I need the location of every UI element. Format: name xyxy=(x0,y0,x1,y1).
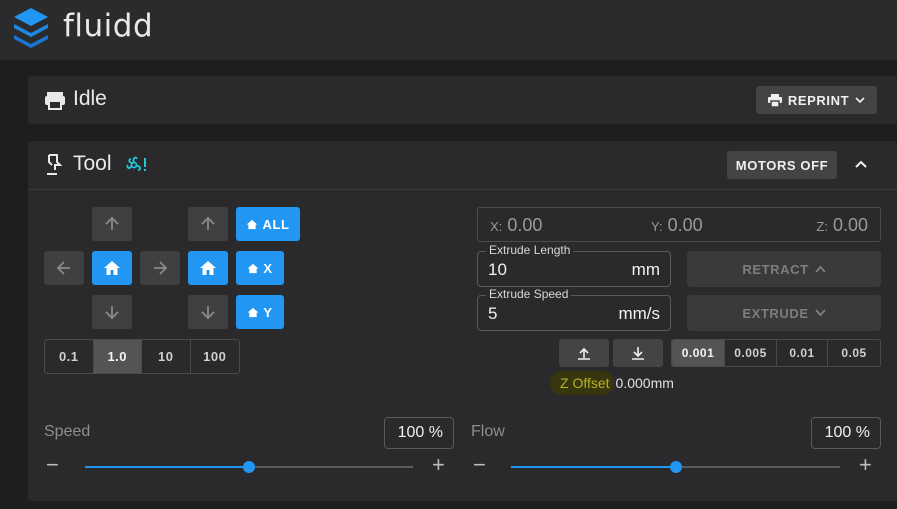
z-offset-label: Z Offset xyxy=(550,371,614,395)
jog-step-option[interactable]: 0.1 xyxy=(45,340,94,373)
jog-y-minus-button[interactable] xyxy=(92,295,132,329)
home-x-label: X xyxy=(263,260,273,276)
retract-label: RETRACT xyxy=(742,261,809,277)
home-all-label: ALL xyxy=(262,216,290,232)
chevron-up-icon xyxy=(814,265,826,273)
z-offset-down-button[interactable] xyxy=(613,339,663,367)
printer-icon xyxy=(45,92,65,110)
extrude-length-field[interactable]: Extrude Length 10 mm xyxy=(477,243,671,287)
arrow-up-icon xyxy=(105,216,119,230)
home-x-button[interactable]: X xyxy=(236,251,284,285)
reprint-label: REPRINT xyxy=(787,92,850,108)
jog-z-plus-button[interactable] xyxy=(188,207,228,241)
extrude-speed-label: Extrude Speed xyxy=(486,287,572,301)
z-step-option[interactable]: 0.05 xyxy=(828,340,880,366)
position-y-value: 0.00 xyxy=(667,215,703,235)
jog-y-plus-button[interactable] xyxy=(92,207,132,241)
jog-step-option[interactable]: 10 xyxy=(142,340,191,373)
flow-slider-thumb[interactable] xyxy=(669,461,682,473)
jog-x-minus-button[interactable] xyxy=(44,251,84,285)
app-bar: fluidd xyxy=(0,0,897,60)
position-z-value: 0.00 xyxy=(832,215,868,235)
retract-button[interactable]: RETRACT xyxy=(687,251,881,287)
home-icon xyxy=(248,307,259,317)
speed-slider-thumb[interactable] xyxy=(243,461,255,473)
position-y: Y: 0.00 xyxy=(651,215,703,236)
z-step-selector: 0.001 0.005 0.01 0.05 xyxy=(671,339,881,367)
flow-decrease-button[interactable]: − xyxy=(473,454,486,476)
arrow-left-icon xyxy=(56,261,70,275)
z-offset-up-button[interactable] xyxy=(559,339,609,367)
tool-card-header: Tool MOTORS OFF xyxy=(28,141,897,190)
speed-slider-fill xyxy=(85,466,249,468)
position-z-label: Z: xyxy=(816,219,828,234)
z-offset-value: 0.000mm xyxy=(615,375,674,391)
z-step-option[interactable]: 0.01 xyxy=(777,340,828,366)
arrow-down-icon xyxy=(201,306,215,320)
raise-icon xyxy=(578,347,590,360)
arrow-right-icon xyxy=(154,261,168,275)
position-readout: X: 0.00 Y: 0.00 Z: 0.00 xyxy=(477,207,881,242)
tool-card: Tool MOTORS OFF ALL X Y 0.1 1.0 10 100 X… xyxy=(28,141,897,501)
jog-step-option[interactable]: 100 xyxy=(191,340,240,373)
extrude-length-value: 10 xyxy=(488,260,507,279)
extrude-speed-field[interactable]: Extrude Speed 5 mm/s xyxy=(477,287,671,331)
reprint-button[interactable]: REPRINT xyxy=(756,86,877,114)
position-x: X: 0.00 xyxy=(490,215,542,236)
extrude-length-unit: mm xyxy=(631,260,660,279)
speed-label: Speed xyxy=(44,423,91,440)
arrow-up-icon xyxy=(201,216,215,230)
app-title: fluidd xyxy=(63,8,154,44)
jog-x-plus-button[interactable] xyxy=(140,251,180,285)
extrude-length-label: Extrude Length xyxy=(486,243,574,257)
chevron-down-icon xyxy=(855,97,865,104)
motors-off-label: MOTORS OFF xyxy=(735,157,829,173)
home-all-button[interactable]: ALL xyxy=(236,207,300,241)
fan-warning-icon[interactable] xyxy=(124,154,148,176)
speed-increase-button[interactable]: + xyxy=(432,454,445,476)
collapse-chevron-up-icon[interactable] xyxy=(854,159,868,169)
home-z-button[interactable] xyxy=(188,251,228,285)
status-card: Idle REPRINT xyxy=(28,76,897,124)
extrude-button[interactable]: EXTRUDE xyxy=(687,295,881,331)
z-step-option[interactable]: 0.005 xyxy=(725,340,777,366)
flow-slider-fill xyxy=(511,466,676,468)
position-x-label: X: xyxy=(490,219,503,234)
tool-title: Tool xyxy=(73,152,112,175)
jog-step-option-selected[interactable]: 1.0 xyxy=(93,340,142,373)
position-x-value: 0.00 xyxy=(507,215,543,235)
flow-value-input[interactable]: 100 % xyxy=(811,417,881,449)
home-y-label: Y xyxy=(263,304,273,320)
fluidd-logo-icon[interactable] xyxy=(12,6,50,50)
printer-icon xyxy=(767,93,782,107)
flow-increase-button[interactable]: + xyxy=(859,454,872,476)
extrude-speed-unit: mm/s xyxy=(618,304,660,323)
position-z: Z: 0.00 xyxy=(816,215,868,236)
jog-step-selector: 0.1 1.0 10 100 xyxy=(44,339,240,374)
home-icon xyxy=(104,261,120,275)
extrude-speed-value: 5 xyxy=(488,304,498,323)
home-icon xyxy=(248,263,259,273)
jog-z-minus-button[interactable] xyxy=(188,295,228,329)
home-icon xyxy=(200,261,216,275)
home-xy-button[interactable] xyxy=(92,251,132,285)
home-y-button[interactable]: Y xyxy=(236,295,284,329)
speed-value-input[interactable]: 100 % xyxy=(384,417,454,449)
position-y-label: Y: xyxy=(651,219,663,234)
flow-label: Flow xyxy=(471,423,505,440)
tool-icon xyxy=(47,154,63,175)
extrude-label: EXTRUDE xyxy=(742,305,809,321)
z-offset-readout: Z Offset 0.000mm xyxy=(550,370,674,396)
speed-decrease-button[interactable]: − xyxy=(46,454,59,476)
motors-off-button[interactable]: MOTORS OFF xyxy=(727,151,837,179)
lower-icon xyxy=(632,347,644,360)
z-step-option-selected[interactable]: 0.001 xyxy=(672,340,725,366)
status-title: Idle xyxy=(73,87,107,110)
home-icon xyxy=(247,219,258,229)
arrow-down-icon xyxy=(105,306,119,320)
chevron-down-icon xyxy=(814,309,826,317)
